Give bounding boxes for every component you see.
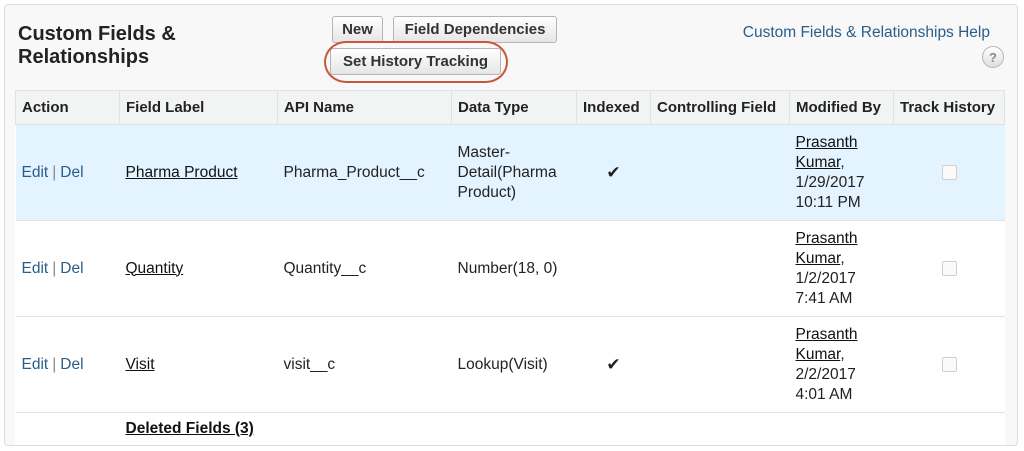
track-history-checkbox [941, 261, 957, 276]
field-label-link[interactable]: Quantity [126, 260, 184, 277]
deleted-fields-link[interactable]: Deleted Fields (3) [126, 420, 254, 437]
indexed-cell: ✔ [576, 124, 651, 221]
set-history-tracking-button[interactable]: Set History Tracking [330, 48, 501, 75]
modified-by-user-link[interactable]: Prasanth Kumar [796, 326, 858, 363]
field-label-cell: Pharma Product [119, 124, 278, 221]
custom-fields-table: Action Field Label API Name Data Type In… [15, 90, 1005, 445]
indexed-cell [576, 220, 651, 317]
controlling-field-cell [650, 316, 790, 413]
deleted-fields-row: Deleted Fields (3) [16, 413, 1005, 445]
indexed-checkmark-icon: ✔ [606, 354, 621, 374]
column-header-data-type[interactable]: Data Type [451, 90, 577, 125]
edit-link[interactable]: Edit [22, 164, 49, 181]
api-name-cell: visit__c [277, 316, 452, 413]
track-history-cell [893, 124, 1005, 221]
modified-date: 1/2/2017 7:41 AM [795, 269, 856, 307]
table-header-row: Action Field Label API Name Data Type In… [15, 90, 1005, 125]
track-history-cell [893, 220, 1005, 317]
column-header-controlling-field[interactable]: Controlling Field [650, 90, 790, 125]
action-cell: Edit | Del [15, 220, 120, 317]
modified-by-cell: Prasanth Kumar, 1/2/2017 7:41 AM [789, 220, 894, 317]
edit-link[interactable]: Edit [22, 260, 49, 277]
help-icon[interactable]: ? [982, 46, 1004, 68]
delete-link[interactable]: Del [60, 356, 83, 373]
delete-link[interactable]: Del [60, 164, 83, 181]
column-header-api-name[interactable]: API Name [277, 90, 452, 125]
data-type-cell: Number(18, 0) [451, 220, 577, 317]
field-label-cell: Visit [119, 316, 278, 413]
delete-link[interactable]: Del [60, 260, 83, 277]
data-type-cell: Master-Detail(Pharma Product) [451, 124, 577, 221]
modified-date: 2/2/2017 4:01 AM [795, 365, 856, 403]
api-name-cell: Pharma_Product__c [277, 124, 452, 221]
column-header-indexed[interactable]: Indexed [576, 90, 651, 125]
action-separator: | [52, 259, 57, 277]
new-button[interactable]: New [332, 16, 383, 43]
track-history-checkbox [941, 357, 957, 372]
table-row: Edit | Del Quantity Quantity__c Number(18,… [15, 220, 1005, 317]
modified-by-cell: Prasanth Kumar, 1/29/2017 10:11 PM [789, 124, 894, 221]
modified-by-user-link[interactable]: Prasanth Kumar [796, 134, 858, 171]
track-history-cell [893, 316, 1005, 413]
action-separator: | [52, 355, 57, 373]
indexed-cell: ✔ [576, 316, 651, 413]
column-header-action: Action [15, 90, 120, 125]
modified-date: 1/29/2017 10:11 PM [795, 173, 865, 211]
controlling-field-cell [650, 124, 790, 221]
field-label-link[interactable]: Pharma Product [126, 164, 238, 181]
table-row: Edit | Del Visit visit__c Lookup(Visit) ✔ … [15, 316, 1005, 413]
column-header-field-label[interactable]: Field Label [119, 90, 278, 125]
edit-link[interactable]: Edit [22, 356, 49, 373]
page-title: Custom Fields & Relationships [18, 23, 176, 68]
api-name-cell: Quantity__c [277, 220, 452, 317]
modified-by-user-link[interactable]: Prasanth Kumar [796, 230, 858, 267]
data-type-cell: Lookup(Visit) [451, 316, 577, 413]
field-label-cell: Quantity [119, 220, 278, 317]
column-header-track-history[interactable]: Track History [893, 90, 1005, 125]
help-link[interactable]: Custom Fields & Relationships Help [743, 24, 990, 42]
action-cell: Edit | Del [15, 316, 120, 413]
field-dependencies-button[interactable]: Field Dependencies [393, 16, 557, 43]
modified-by-cell: Prasanth Kumar, 2/2/2017 4:01 AM [789, 316, 894, 413]
table-row: Edit | Del Pharma Product Pharma_Product__… [15, 124, 1005, 221]
action-cell: Edit | Del [15, 124, 120, 221]
controlling-field-cell [650, 220, 790, 317]
action-separator: | [52, 163, 57, 181]
track-history-checkbox [941, 165, 957, 180]
column-header-modified-by[interactable]: Modified By [789, 90, 894, 125]
indexed-checkmark-icon: ✔ [606, 162, 621, 182]
field-label-link[interactable]: Visit [126, 356, 155, 373]
